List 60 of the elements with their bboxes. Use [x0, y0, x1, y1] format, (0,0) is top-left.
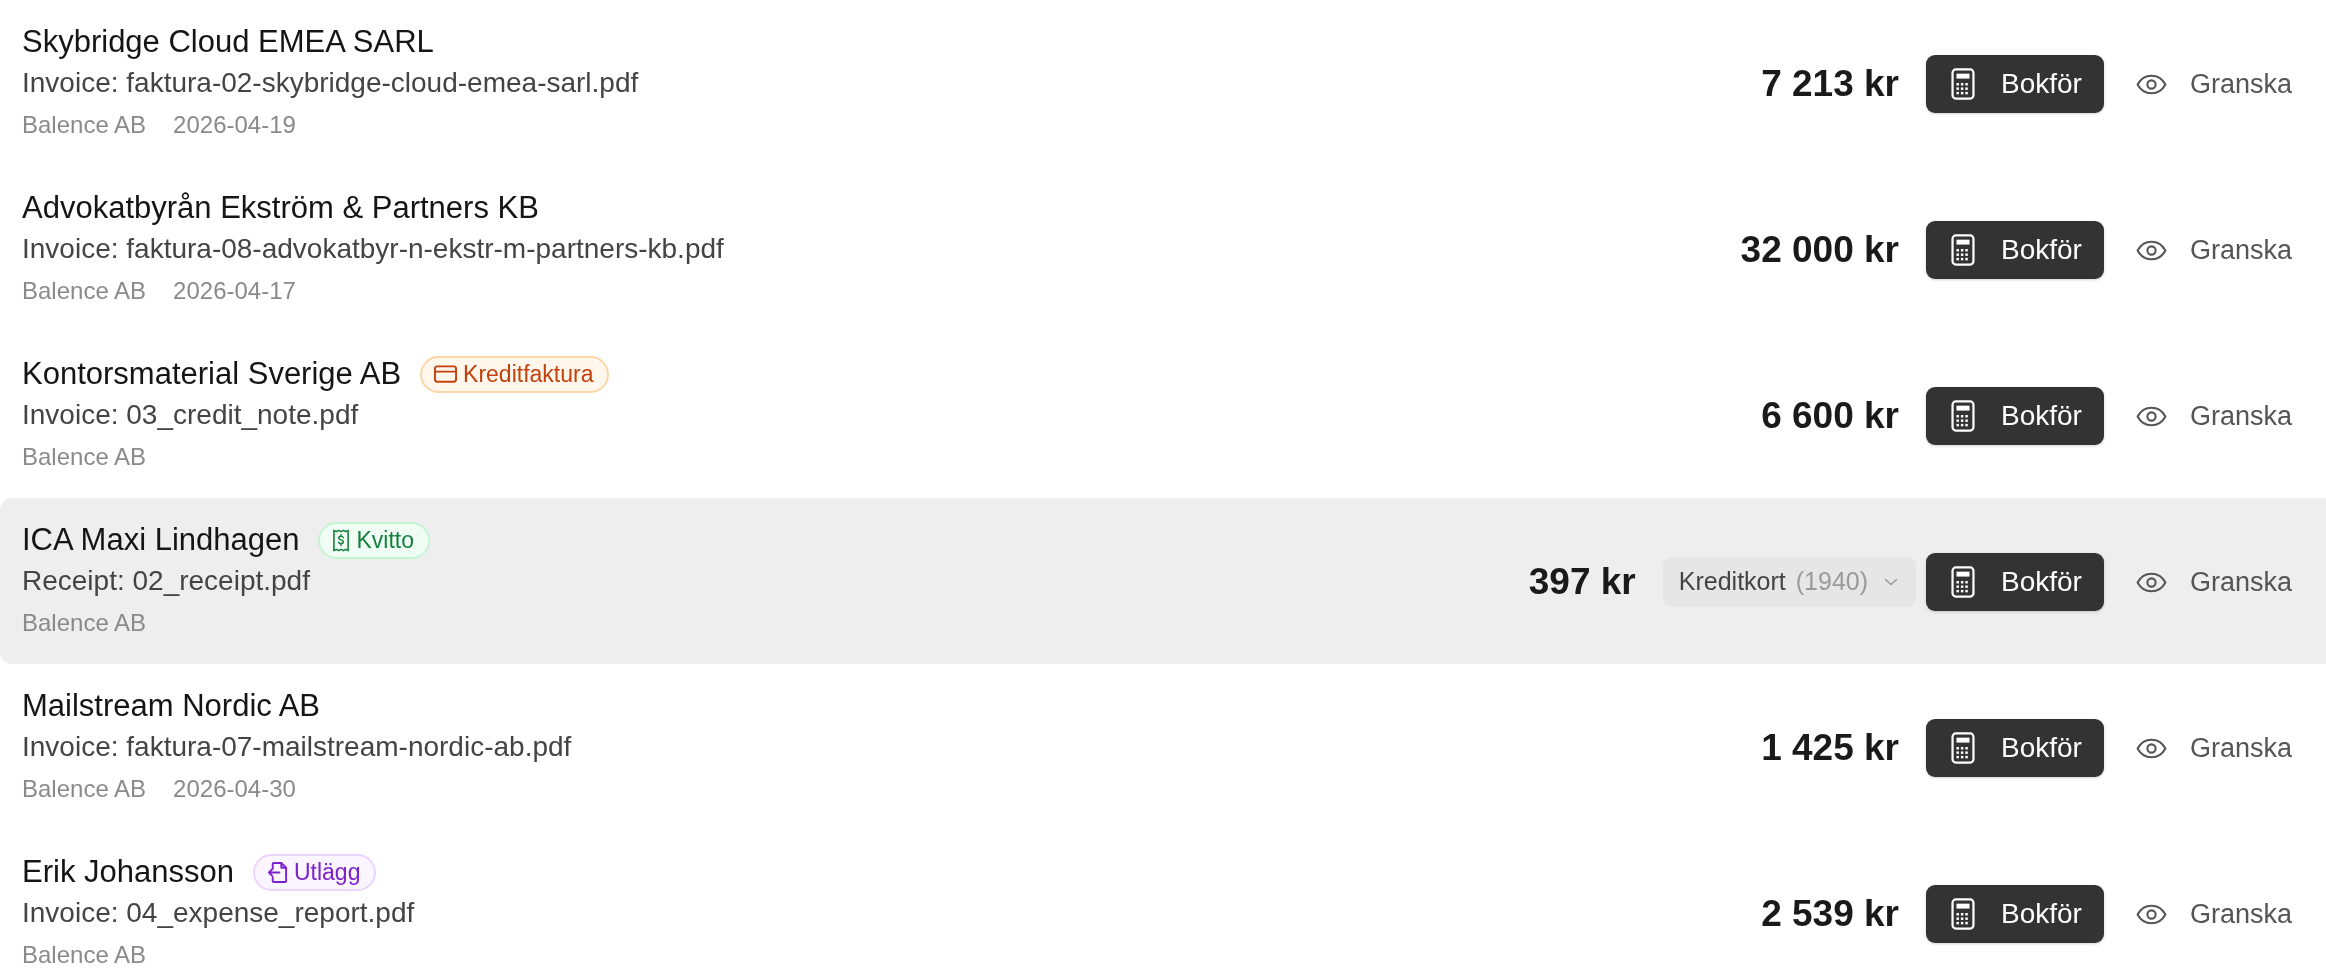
review-button[interactable]: Granska	[2123, 553, 2304, 611]
company-name: Balence AB	[22, 940, 147, 970]
vendor-name: Erik Johansson	[22, 853, 234, 891]
vendor-name: Advokatbyrån Ekström & Partners KB	[22, 189, 539, 227]
calculator-icon	[1950, 234, 1976, 266]
tag-label: Kvitto	[356, 526, 414, 554]
document-arrow-icon	[266, 860, 288, 884]
tag-label: Utlägg	[293, 858, 361, 886]
receipt-icon	[332, 528, 351, 552]
post-button[interactable]: Bokför	[1926, 55, 2104, 113]
chevron-down-icon	[1884, 578, 1898, 586]
eye-icon	[2135, 73, 2167, 95]
eye-icon	[2135, 903, 2167, 925]
calculator-icon	[1950, 732, 1976, 764]
amount-text: 32 000 kr	[1740, 228, 1899, 273]
company-name: Balence AB	[22, 276, 147, 306]
company-name: Balence AB	[22, 442, 147, 472]
review-button[interactable]: Granska	[2123, 719, 2304, 777]
vendor-name: Kontorsmaterial Sverige AB	[22, 355, 402, 393]
document-filename: Invoice: 03_credit_note.pdf	[22, 398, 360, 432]
amount-text: 1 425 kr	[1761, 726, 1899, 771]
post-button[interactable]: Bokför	[1926, 885, 2104, 943]
document-filename: Invoice: faktura-02-skybridge-cloud-emea-sarl.pdf	[22, 66, 640, 100]
document-date: 2026-04-30	[173, 774, 296, 804]
vendor-name: Mailstream Nordic AB	[22, 687, 321, 725]
eye-icon	[2135, 571, 2167, 593]
company-name: Balence AB	[22, 110, 147, 140]
amount-text: 2 539 kr	[1761, 892, 1899, 937]
calculator-icon	[1950, 898, 1976, 930]
company-name: Balence AB	[22, 608, 147, 638]
review-button[interactable]: Granska	[2123, 221, 2304, 279]
document-filename: Invoice: faktura-07-mailstream-nordic-ab.pdf	[22, 730, 573, 764]
post-button[interactable]: Bokför	[1926, 221, 2104, 279]
company-name: Balence AB	[22, 774, 147, 804]
eye-icon	[2135, 405, 2167, 427]
vendor-name: Skybridge Cloud EMEA SARL	[22, 23, 434, 61]
post-button[interactable]: Bokför	[1926, 387, 2104, 445]
document-date: 2026-04-19	[173, 110, 296, 140]
credit-card-icon	[434, 365, 458, 383]
document-filename: Invoice: faktura-08-advokatbyr-n-ekstr-m-partners-kb.pdf	[22, 232, 725, 266]
review-button[interactable]: Granska	[2123, 885, 2304, 943]
calculator-icon	[1950, 400, 1976, 432]
amount-text: 397 kr	[1528, 560, 1636, 605]
calculator-icon	[1950, 566, 1976, 598]
document-date: 2026-04-17	[173, 276, 296, 306]
document-filename: Receipt: 02_receipt.pdf	[22, 564, 311, 598]
tag-label: Kreditfaktura	[463, 360, 594, 388]
post-button[interactable]: Bokför	[1926, 553, 2104, 611]
eye-icon	[2135, 737, 2167, 759]
document-filename: Invoice: 04_expense_report.pdf	[22, 896, 416, 930]
account-select[interactable]: Kreditkort (1940)	[1662, 557, 1916, 607]
eye-icon	[2135, 239, 2167, 261]
review-button[interactable]: Granska	[2123, 55, 2304, 113]
highlighted-row[interactable]: ICA Maxi Lindhagen Kvitto Receipt: 02_receipt.pdf Balence AB 397 kr Kreditkort (1940) Bokför Granska	[0, 498, 2326, 664]
post-button[interactable]: Bokför	[1926, 719, 2104, 777]
calculator-icon	[1950, 68, 1976, 100]
vendor-name: ICA Maxi Lindhagen	[22, 521, 300, 559]
amount-text: 7 213 kr	[1761, 62, 1899, 107]
review-button[interactable]: Granska	[2123, 387, 2304, 445]
amount-text: 6 600 kr	[1761, 394, 1899, 439]
